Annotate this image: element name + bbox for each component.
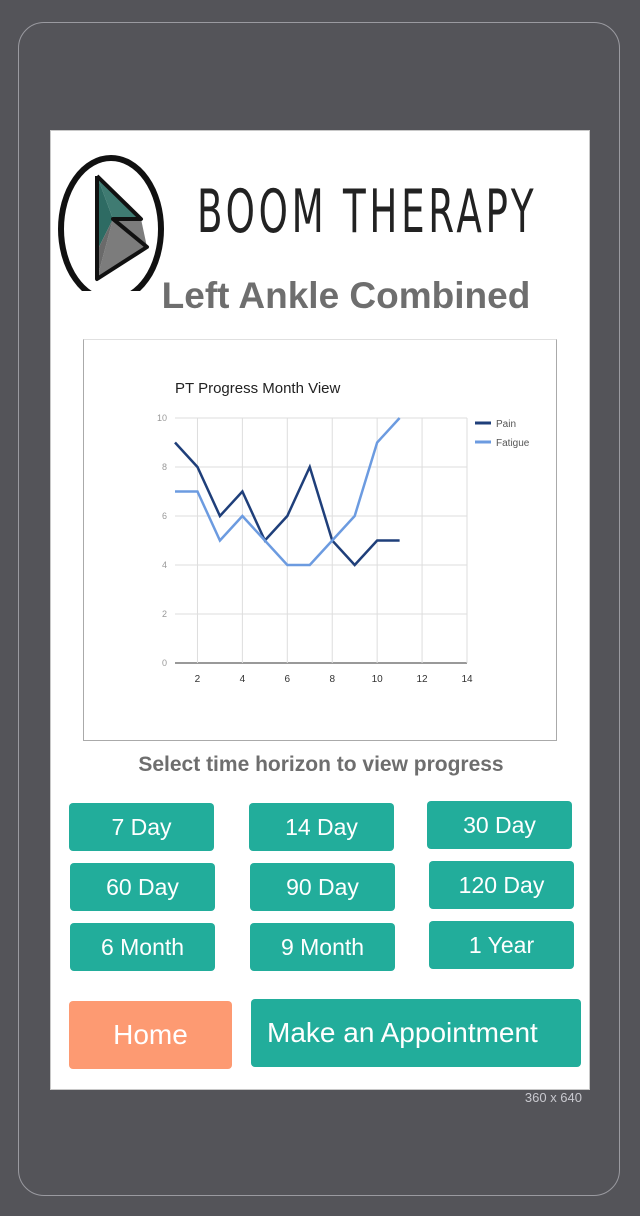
horizon-60-day-button[interactable]: 60 Day — [70, 863, 215, 911]
make-appointment-button[interactable]: Make an Appointment — [251, 999, 581, 1067]
app-screen: BOOM THERAPY Left Ankle Combined PT Prog… — [50, 130, 590, 1090]
x-tick-label: 2 — [195, 674, 201, 685]
x-tick-label: 8 — [329, 674, 335, 685]
x-tick-label: 14 — [461, 674, 473, 685]
horizon-30-day-button[interactable]: 30 Day — [427, 801, 572, 849]
page-title: Left Ankle Combined — [161, 275, 531, 316]
x-tick-label: 10 — [372, 674, 384, 685]
y-tick-label: 8 — [162, 462, 167, 472]
horizon-9-month-button[interactable]: 9 Month — [250, 923, 395, 971]
y-tick-label: 4 — [162, 560, 167, 570]
y-tick-label: 6 — [162, 511, 167, 521]
y-tick-label: 0 — [162, 658, 167, 668]
home-button[interactable]: Home — [69, 1001, 232, 1069]
legend-label-fatigue: Fatigue — [496, 438, 530, 449]
progress-line-chart: PT Progress Month View 0 2 4 6 8 10 2 4 6 8 10 12 14 P… — [157, 380, 530, 685]
brand-name: BOOM THERAPY — [197, 177, 538, 247]
y-tick-label: 2 — [162, 609, 167, 619]
horizon-7-day-button[interactable]: 7 Day — [69, 803, 214, 851]
x-tick-label: 12 — [417, 674, 429, 685]
legend-label-pain: Pain — [496, 419, 516, 430]
y-tick-label: 10 — [157, 413, 167, 423]
horizon-1-year-button[interactable]: 1 Year — [429, 921, 574, 969]
x-tick-label: 6 — [285, 674, 291, 685]
screen-size-label: 360 x 640 — [524, 1090, 582, 1105]
horizon-14-day-button[interactable]: 14 Day — [249, 803, 394, 851]
x-tick-label: 4 — [240, 674, 246, 685]
horizon-6-month-button[interactable]: 6 Month — [70, 923, 215, 971]
boom-logo-icon — [58, 155, 164, 291]
progress-chart: PT Progress Month View 0 2 4 6 8 10 2 4 6 8 10 12 14 P… — [83, 339, 557, 741]
time-horizon-prompt: Select time horizon to view progress — [138, 753, 504, 776]
chart-title: PT Progress Month View — [175, 380, 341, 397]
horizon-90-day-button[interactable]: 90 Day — [250, 863, 395, 911]
horizon-120-day-button[interactable]: 120 Day — [429, 861, 574, 909]
